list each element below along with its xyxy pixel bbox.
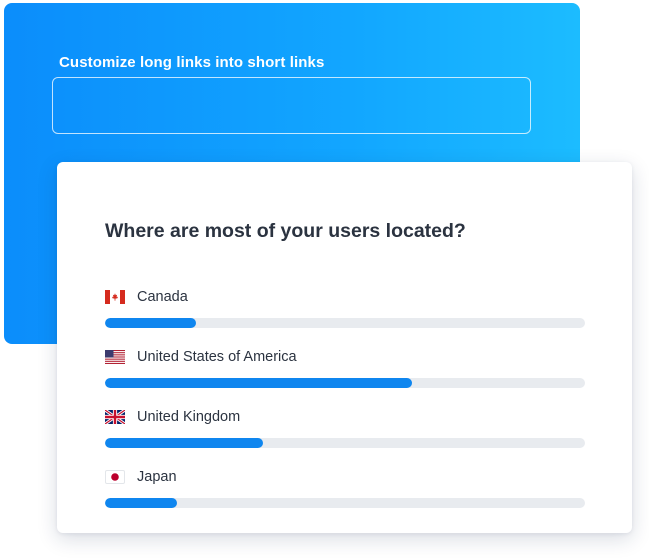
user-location-poll-card: Where are most of your users located? Ca… <box>57 162 632 533</box>
progress-track-usa <box>105 378 585 388</box>
progress-fill-japan <box>105 498 177 508</box>
japan-flag-icon <box>105 470 125 484</box>
country-label-canada: Canada <box>137 289 188 305</box>
progress-track-canada <box>105 318 585 328</box>
country-row-canada: Canada <box>105 289 585 329</box>
stage: Customize long links into short links Wh… <box>0 0 649 558</box>
uk-flag-icon <box>105 410 125 424</box>
usa-flag-icon <box>105 350 125 364</box>
progress-track-uk <box>105 438 585 448</box>
poll-question: Where are most of your users located? <box>105 220 466 242</box>
progress-track-japan <box>105 498 585 508</box>
progress-fill-canada <box>105 318 197 328</box>
country-row-usa: United States of America <box>105 349 585 389</box>
country-row-uk: United Kingdom <box>105 409 585 449</box>
country-label-uk: United Kingdom <box>137 409 241 425</box>
progress-fill-uk <box>105 438 264 448</box>
canada-flag-icon <box>105 290 125 304</box>
long-link-input[interactable] <box>52 77 531 134</box>
country-label-usa: United States of America <box>137 349 297 365</box>
country-label-japan: Japan <box>137 469 177 485</box>
shortener-label: Customize long links into short links <box>59 54 325 71</box>
country-row-japan: Japan <box>105 469 585 509</box>
progress-fill-usa <box>105 378 413 388</box>
